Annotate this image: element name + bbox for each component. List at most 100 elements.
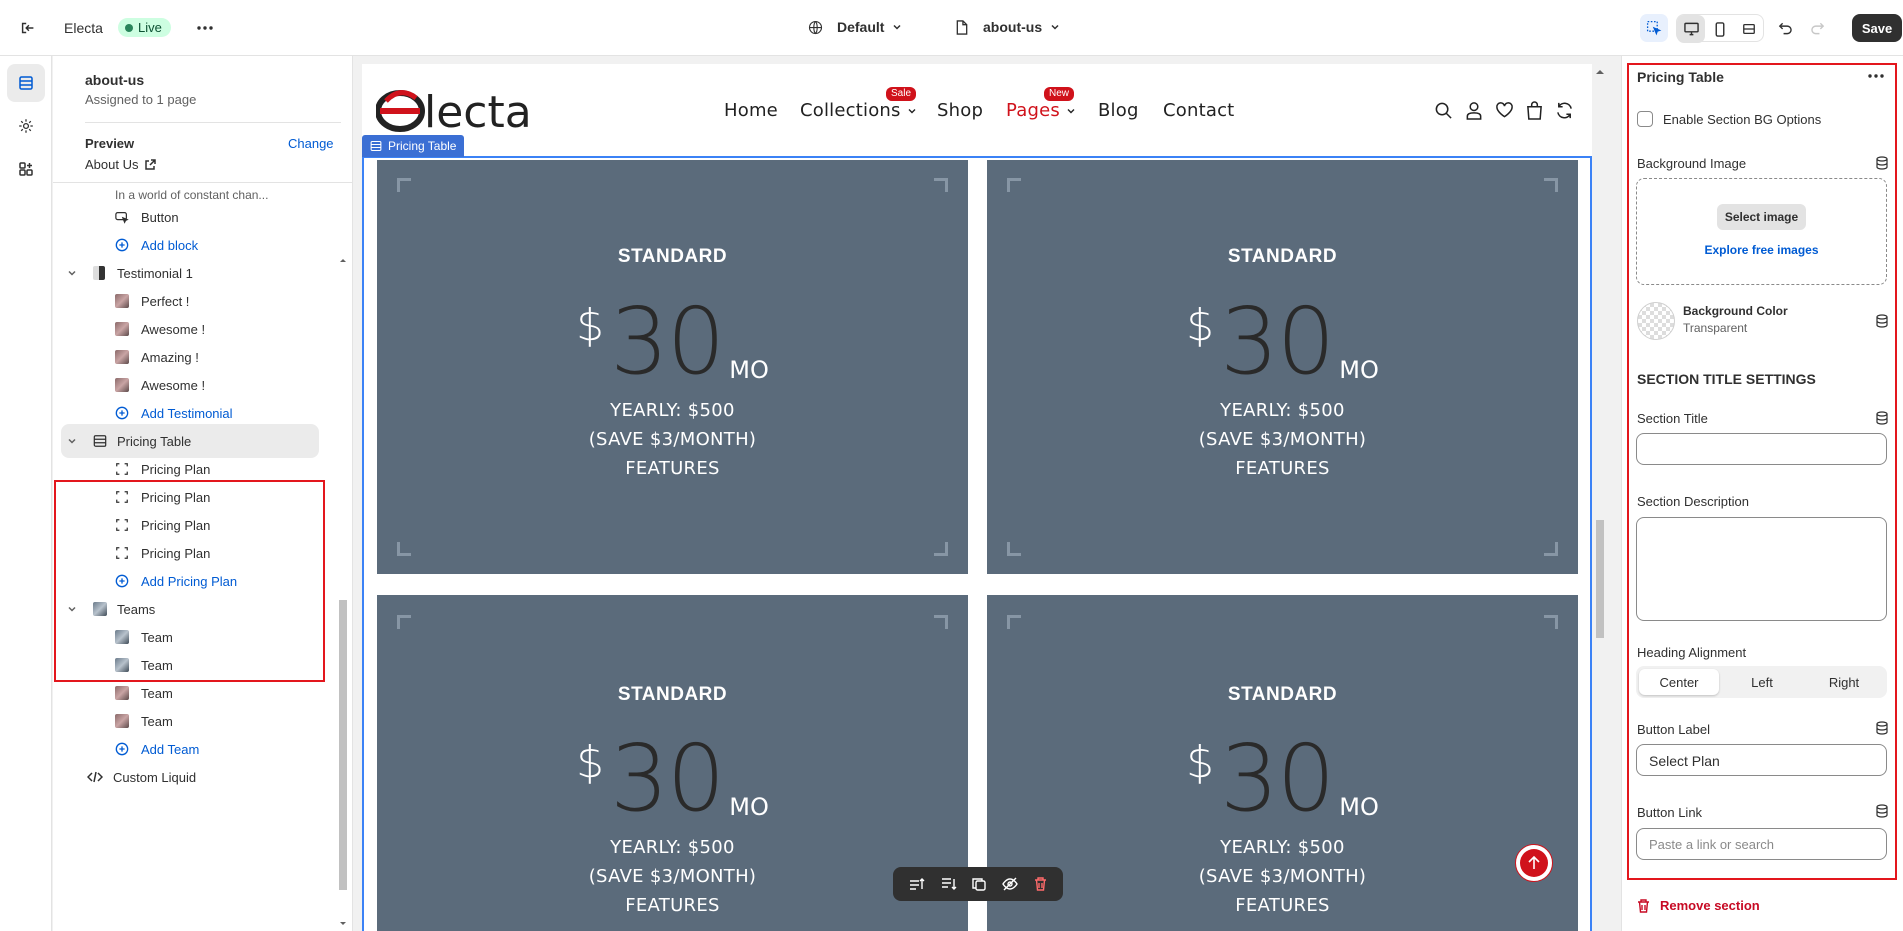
dynamic-source-icon[interactable]: [1875, 156, 1889, 170]
delete-trash-icon[interactable]: [1034, 877, 1047, 891]
plan-name: STANDARD: [1227, 246, 1338, 267]
tree-section-label: Testimonial 1: [117, 265, 193, 281]
search-icon[interactable]: [1434, 101, 1453, 120]
button-link-input[interactable]: Paste a link or search: [1636, 828, 1887, 860]
status-label: Live: [138, 20, 162, 35]
more-actions-icon[interactable]: [191, 14, 219, 42]
bg-color-swatch[interactable]: [1637, 302, 1675, 340]
section-title-settings-heading: SECTION TITLE SETTINGS: [1637, 371, 1816, 387]
cart-bag-icon[interactable]: [1526, 101, 1543, 120]
storefront-preview: lecta Home Collections Sale Shop Pages N…: [362, 64, 1592, 931]
mobile-icon[interactable]: [1706, 15, 1734, 43]
pricing-table-section-icon: [370, 140, 382, 152]
section-title-input[interactable]: [1636, 433, 1887, 465]
pricing-card[interactable]: STANDARD $ 30 MO YEARLY: $500 (SAVE $3/M…: [987, 160, 1578, 574]
section-description-textarea[interactable]: [1636, 517, 1887, 621]
plan-name: STANDARD: [1227, 684, 1338, 705]
corner-decoration: [934, 178, 948, 192]
desktop-icon[interactable]: [1677, 15, 1705, 43]
plan-savings: (SAVE $3/MONTH): [1198, 866, 1367, 887]
theme-selector[interactable]: Default: [808, 19, 902, 35]
scroll-up-icon[interactable]: [1594, 68, 1606, 76]
tree-section-label: Pricing Table: [117, 433, 192, 449]
chevron-down-icon[interactable]: [67, 604, 77, 614]
move-down-icon[interactable]: [941, 877, 957, 891]
pricing-card[interactable]: STANDARD $ 30 MO YEARLY: $500 (SAVE $3/M…: [377, 595, 968, 931]
pricing-card[interactable]: STANDARD $ 30 MO YEARLY: $500 (SAVE $3/M…: [377, 160, 968, 574]
align-right-tab[interactable]: Right: [1804, 669, 1884, 695]
preview-scrollbar[interactable]: [1594, 64, 1606, 931]
preview-scroll-thumb[interactable]: [1596, 520, 1604, 638]
wishlist-heart-icon[interactable]: [1495, 101, 1514, 119]
template-selector[interactable]: about-us: [955, 19, 1060, 35]
preview-change-link[interactable]: Change: [288, 136, 334, 151]
block-frame-icon: [116, 519, 128, 531]
compare-refresh-icon[interactable]: [1555, 101, 1574, 120]
nav-collections[interactable]: Collections: [800, 100, 917, 121]
duplicate-icon[interactable]: [972, 877, 987, 891]
enable-bg-checkbox[interactable]: [1637, 111, 1653, 127]
dynamic-source-icon[interactable]: [1875, 411, 1889, 425]
back-to-top-button[interactable]: [1515, 844, 1553, 882]
team-avatar-icon: [115, 714, 129, 728]
block-frame-icon: [116, 463, 128, 475]
nav-pages[interactable]: Pages: [1006, 100, 1076, 121]
account-icon[interactable]: [1465, 101, 1483, 120]
plan-savings: (SAVE $3/MONTH): [1198, 429, 1367, 450]
dynamic-source-icon[interactable]: [1875, 721, 1889, 735]
tree-item-label: Perfect !: [141, 293, 190, 309]
tree-section-custom-liquid[interactable]: Custom Liquid: [53, 760, 335, 794]
preview-page-link[interactable]: About Us: [85, 157, 157, 172]
chevron-down-icon[interactable]: [67, 436, 77, 446]
price-period: MO: [729, 793, 769, 821]
new-badge: New: [1044, 87, 1075, 101]
chevron-down-icon[interactable]: [67, 268, 77, 278]
dynamic-source-icon[interactable]: [1875, 314, 1889, 328]
dynamic-source-icon[interactable]: [1875, 804, 1889, 818]
sections-icon[interactable]: [7, 64, 45, 102]
align-center-tab[interactable]: Center: [1639, 669, 1719, 695]
corner-decoration: [1007, 178, 1021, 192]
move-up-icon[interactable]: [909, 877, 925, 891]
add-pricing-plan-label: Add Pricing Plan: [141, 573, 238, 589]
sidebar-scroll-thumb[interactable]: [339, 600, 347, 890]
section-tag[interactable]: Pricing Table: [362, 135, 465, 157]
plan-price: $ 30 MO: [987, 292, 1578, 392]
price-period: MO: [1339, 356, 1379, 384]
sidebar-scrollbar[interactable]: [338, 196, 348, 931]
fullscreen-icon[interactable]: [1735, 15, 1763, 43]
nav-contact[interactable]: Contact: [1163, 100, 1234, 121]
corner-decoration: [934, 615, 948, 629]
nav-collections-label: Collections: [800, 100, 901, 121]
align-left-tab[interactable]: Left: [1722, 669, 1802, 695]
nav-home[interactable]: Home: [724, 100, 778, 121]
hide-eye-icon[interactable]: [1002, 877, 1019, 891]
tree-item-label: Awesome !: [141, 377, 206, 393]
explore-images-link[interactable]: Explore free images: [1637, 243, 1886, 257]
price-amount: 30: [1220, 288, 1335, 395]
button-label-input[interactable]: Select Plan: [1636, 744, 1887, 776]
undo-icon[interactable]: [1770, 14, 1798, 42]
electa-logo[interactable]: lecta: [376, 86, 551, 136]
scroll-up-icon[interactable]: [338, 256, 348, 264]
pricing-card[interactable]: STANDARD $ 30 MO YEARLY: $500 (SAVE $3/M…: [987, 595, 1578, 931]
teams-section-icon: [93, 602, 107, 616]
price-period: MO: [729, 356, 769, 384]
panel-more-icon[interactable]: [1868, 74, 1884, 78]
nav-blog[interactable]: Blog: [1098, 100, 1139, 121]
redo-icon[interactable]: [1804, 14, 1832, 42]
scroll-down-icon[interactable]: [338, 920, 348, 928]
select-image-button[interactable]: Select image: [1717, 204, 1806, 230]
apps-icon[interactable]: [7, 150, 45, 188]
exit-icon[interactable]: [14, 14, 42, 42]
tree-item-label: Team: [141, 629, 173, 645]
tree-section-label: Teams: [117, 601, 156, 617]
inspector-icon[interactable]: [1640, 14, 1668, 42]
enable-bg-checkbox-row[interactable]: Enable Section BG Options: [1637, 111, 1821, 127]
save-button[interactable]: Save: [1852, 14, 1902, 42]
nav-shop[interactable]: Shop: [937, 100, 983, 121]
settings-gear-icon[interactable]: [7, 107, 45, 145]
chevron-down-icon: [893, 24, 901, 30]
remove-section-button[interactable]: Remove section: [1637, 898, 1760, 913]
divider: [53, 182, 352, 183]
